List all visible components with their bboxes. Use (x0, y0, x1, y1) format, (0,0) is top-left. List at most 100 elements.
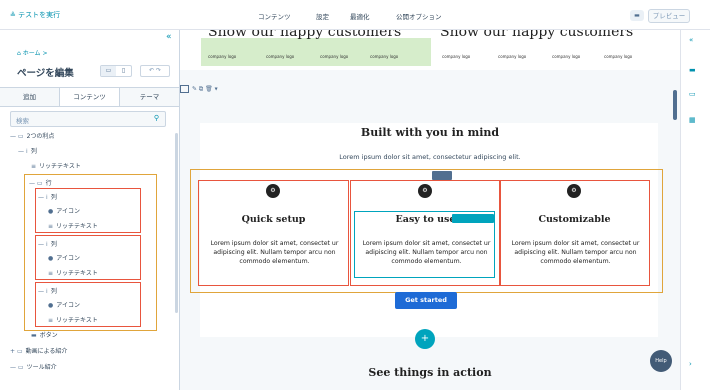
nav-content[interactable]: コンテンツ (258, 11, 291, 21)
section-icon: ▭ (16, 348, 23, 355)
rich-text-icon: ≡ (31, 163, 37, 170)
right-rail: « ▬ ▭ ▦ › (680, 30, 710, 390)
company-logo: company logo (604, 54, 633, 59)
column-customizable[interactable]: ⚙ Customizable Lorem ipsum dolor sit ame… (499, 180, 650, 286)
tree-button[interactable]: ▬ ボタン (31, 330, 58, 339)
canvas-scrollbar[interactable] (673, 90, 677, 120)
company-logo: company logo (442, 54, 471, 59)
section-icon: ▭ (17, 364, 24, 371)
sidebar-tabs: 追加 コンテンツ テーマ (0, 87, 179, 107)
tree-icon-3[interactable]: ● アイコン (48, 300, 80, 309)
next-section-title: See things in action (368, 366, 492, 379)
chevron-right-icon[interactable]: › (689, 360, 692, 368)
column-quick-setup[interactable]: ⚙ Quick setup Lorem ipsum dolor sit amet… (198, 180, 349, 286)
tree-column[interactable]: — ⁞ 列 (18, 146, 37, 155)
device-toggle: ▭ ▯ (100, 65, 132, 77)
tree-label: 列 (50, 241, 57, 248)
column-icon: ⁞ (45, 288, 48, 295)
tree-label: 列 (50, 288, 57, 295)
expand-panel-icon[interactable]: « (689, 36, 693, 44)
calendar-icon[interactable]: ▦ (689, 116, 696, 124)
company-logo: company logo (208, 54, 237, 59)
tree-label: 列 (50, 194, 57, 201)
row-toolbar[interactable] (432, 171, 452, 180)
column-icon: ⁞ (25, 148, 28, 155)
nav-publish-options[interactable]: 公開オプション (396, 11, 442, 21)
tree-label: 行 (45, 180, 52, 187)
tree-icon-2[interactable]: ● アイコン (48, 253, 80, 262)
row-icon: ▭ (36, 180, 43, 187)
tree-label: アイコン (56, 302, 80, 309)
comment-icon[interactable]: ▬ (689, 66, 696, 74)
rich-text-icon: ≡ (48, 223, 54, 230)
column-icon: ⚙ (266, 184, 280, 198)
tree-icon-1[interactable]: ● アイコン (48, 206, 80, 215)
preview-button[interactable]: プレビュー (648, 9, 690, 23)
collapse-sidebar-icon[interactable]: « (166, 32, 172, 42)
tree-rich-text[interactable]: ≡ リッチテキスト (31, 161, 81, 170)
help-button[interactable]: Help (650, 350, 672, 372)
customers-heading-right: Show our happy customers (440, 30, 634, 40)
tab-add[interactable]: 追加 (0, 88, 59, 106)
tree-rich-text-1[interactable]: ≡ リッチテキスト (48, 221, 98, 230)
tree-column-1[interactable]: — ⁞ 列 (38, 192, 57, 201)
rich-text-toolbar[interactable] (452, 214, 494, 223)
nav-optimize[interactable]: 最適化 (350, 11, 370, 21)
tree-column-2[interactable]: — ⁞ 列 (38, 239, 57, 248)
desktop-icon[interactable]: ▭ (101, 66, 116, 76)
customers-section[interactable]: Show our happy customers Show our happy … (180, 30, 680, 70)
tree-column-3[interactable]: — ⁞ 列 (38, 286, 57, 295)
tree-label: ツール紹介 (26, 364, 57, 371)
left-sidebar: « ⌂ ホーム > ページを編集 ▭ ▯ ↶ ↷ 追加 コンテンツ テーマ 検索… (0, 30, 180, 390)
search-input[interactable]: 検索 ⚲ (10, 111, 166, 127)
breadcrumb-label: ホーム > (22, 50, 48, 57)
company-logo: company logo (552, 54, 581, 59)
undo-icon[interactable]: ↶ (149, 67, 154, 74)
column-body: Lorem ipsum dolor sit amet, consectet ur… (511, 240, 640, 265)
tree-label: ボタン (39, 332, 58, 339)
column-icon: ⁞ (45, 194, 48, 201)
section-icon: ▭ (17, 133, 24, 140)
tree-label: リッチテキスト (56, 223, 98, 230)
tree-rich-text-2[interactable]: ≡ リッチテキスト (48, 268, 98, 277)
tree-label: アイコン (56, 208, 80, 215)
tab-theme[interactable]: テーマ (120, 88, 179, 106)
sidebar-scrollbar[interactable] (175, 133, 178, 313)
undo-redo[interactable]: ↶ ↷ (140, 65, 170, 77)
search-placeholder: 検索 (16, 117, 29, 125)
tree-section-video[interactable]: + ▭ 動画による紹介 (10, 346, 67, 355)
mobile-icon[interactable]: ▯ (116, 66, 131, 76)
tree-label: リッチテキスト (56, 270, 98, 277)
page-title: ページを編集 (17, 68, 74, 79)
nav-settings[interactable]: 設定 (316, 11, 329, 21)
column-icon: ⚙ (567, 184, 581, 198)
customers-heading-left: Show our happy customers (208, 30, 402, 40)
company-logo: company logo (370, 54, 399, 59)
module-toolbar[interactable]: ✎ ⧉ 🗑 ▾ (180, 85, 218, 94)
redo-icon[interactable]: ↷ (156, 67, 161, 74)
column-body: Lorem ipsum dolor sit amet, consectet ur… (210, 240, 339, 265)
test-run-label: テストを実行 (18, 11, 61, 19)
top-bar: ≗ テストを実行 コンテンツ 設定 最適化 公開オプション ▬ プレビュー (0, 0, 710, 30)
column-icon: ⚙ (418, 184, 432, 198)
tree-label: アイコン (56, 255, 80, 262)
drag-handle-icon[interactable] (180, 85, 189, 93)
section-title: Built with you in mind (360, 126, 500, 139)
add-section-icon[interactable]: + (415, 329, 435, 349)
icon-module-icon: ● (48, 302, 54, 309)
tree-label: リッチテキスト (39, 163, 81, 170)
get-started-button[interactable]: Get started (395, 292, 457, 309)
search-icon: ⚲ (153, 114, 159, 122)
tree-rich-text-3[interactable]: ≡ リッチテキスト (48, 315, 98, 324)
layout-icon[interactable]: ▭ (689, 90, 696, 98)
test-run-link[interactable]: ≗ テストを実行 (10, 10, 60, 20)
breadcrumb[interactable]: ⌂ ホーム > (17, 48, 47, 57)
tree-section-tools[interactable]: — ▭ ツール紹介 (10, 362, 57, 371)
chat-icon[interactable]: ▬ (630, 10, 644, 21)
tree-label: 列 (30, 148, 37, 155)
tree-row[interactable]: — ▭ 行 (29, 178, 52, 187)
company-logo: company logo (320, 54, 349, 59)
tab-contents[interactable]: コンテンツ (59, 88, 120, 106)
company-logo: company logo (266, 54, 295, 59)
tree-section-two-benefits[interactable]: — ▭ 2つの利点 (10, 131, 54, 140)
